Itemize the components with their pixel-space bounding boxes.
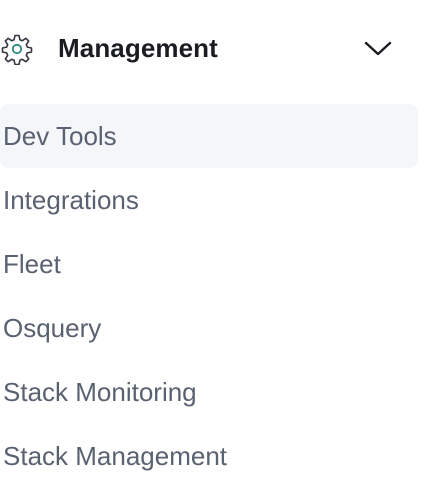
management-nav-list: Dev Tools Integrations Fleet Osquery Sta… — [0, 104, 418, 480]
nav-item-stack-management[interactable]: Stack Management — [0, 424, 418, 480]
chevron-down-icon[interactable] — [363, 36, 393, 60]
nav-item-dev-tools[interactable]: Dev Tools — [0, 104, 418, 168]
nav-item-label: Dev Tools — [3, 121, 117, 151]
nav-item-stack-monitoring[interactable]: Stack Monitoring — [0, 360, 418, 424]
nav-item-label: Stack Monitoring — [3, 377, 197, 407]
management-nav-panel: Management Dev Tools Integrations Fleet … — [0, 0, 426, 480]
gear-icon — [1, 33, 33, 66]
nav-item-label: Stack Management — [3, 441, 228, 471]
nav-item-label: Osquery — [3, 313, 102, 343]
management-section-header[interactable]: Management — [0, 0, 426, 96]
nav-item-integrations[interactable]: Integrations — [0, 168, 418, 232]
nav-item-fleet[interactable]: Fleet — [0, 232, 418, 296]
nav-item-label: Integrations — [3, 185, 139, 215]
section-title: Management — [58, 33, 218, 63]
nav-item-osquery[interactable]: Osquery — [0, 296, 418, 360]
nav-item-label: Fleet — [3, 249, 61, 279]
